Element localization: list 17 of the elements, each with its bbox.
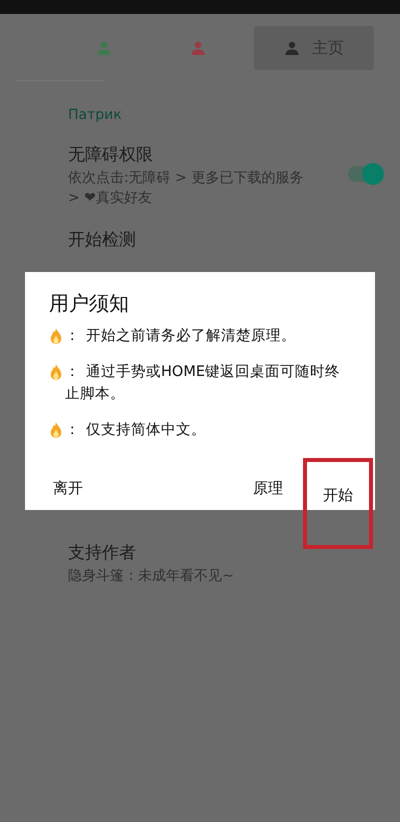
dialog-title: 用户须知 — [49, 290, 130, 317]
dialog-button[interactable]: 离开 — [53, 475, 83, 502]
dialog-button[interactable]: 开始 — [323, 482, 353, 509]
notice-text: ： 仅支持简体中文。 — [65, 421, 207, 440]
section-title: Патрик — [68, 107, 123, 123]
setting-description: 隐身斗篷：未成年看不见~ — [68, 567, 235, 586]
setting-title: 支持作者 — [68, 542, 137, 564]
toggle-switch[interactable] — [348, 166, 382, 182]
flame-icon — [49, 327, 63, 345]
flame-icon — [49, 421, 63, 439]
setting-description: 依次点击:无障碍 > 更多已下载的服务 > ❤真实好友 — [68, 169, 304, 208]
dialog-button[interactable]: 原理 — [253, 475, 283, 502]
setting-title: 开始检测 — [68, 229, 137, 251]
notice-text: ： 开始之前请务必了解清楚原理。 — [65, 326, 297, 346]
notice-text: ： 通过手势或HOME键返回桌面可随时终止脚本。 — [65, 362, 341, 404]
setting-title: 无障碍权限 — [68, 144, 154, 166]
flame-icon — [49, 363, 63, 381]
